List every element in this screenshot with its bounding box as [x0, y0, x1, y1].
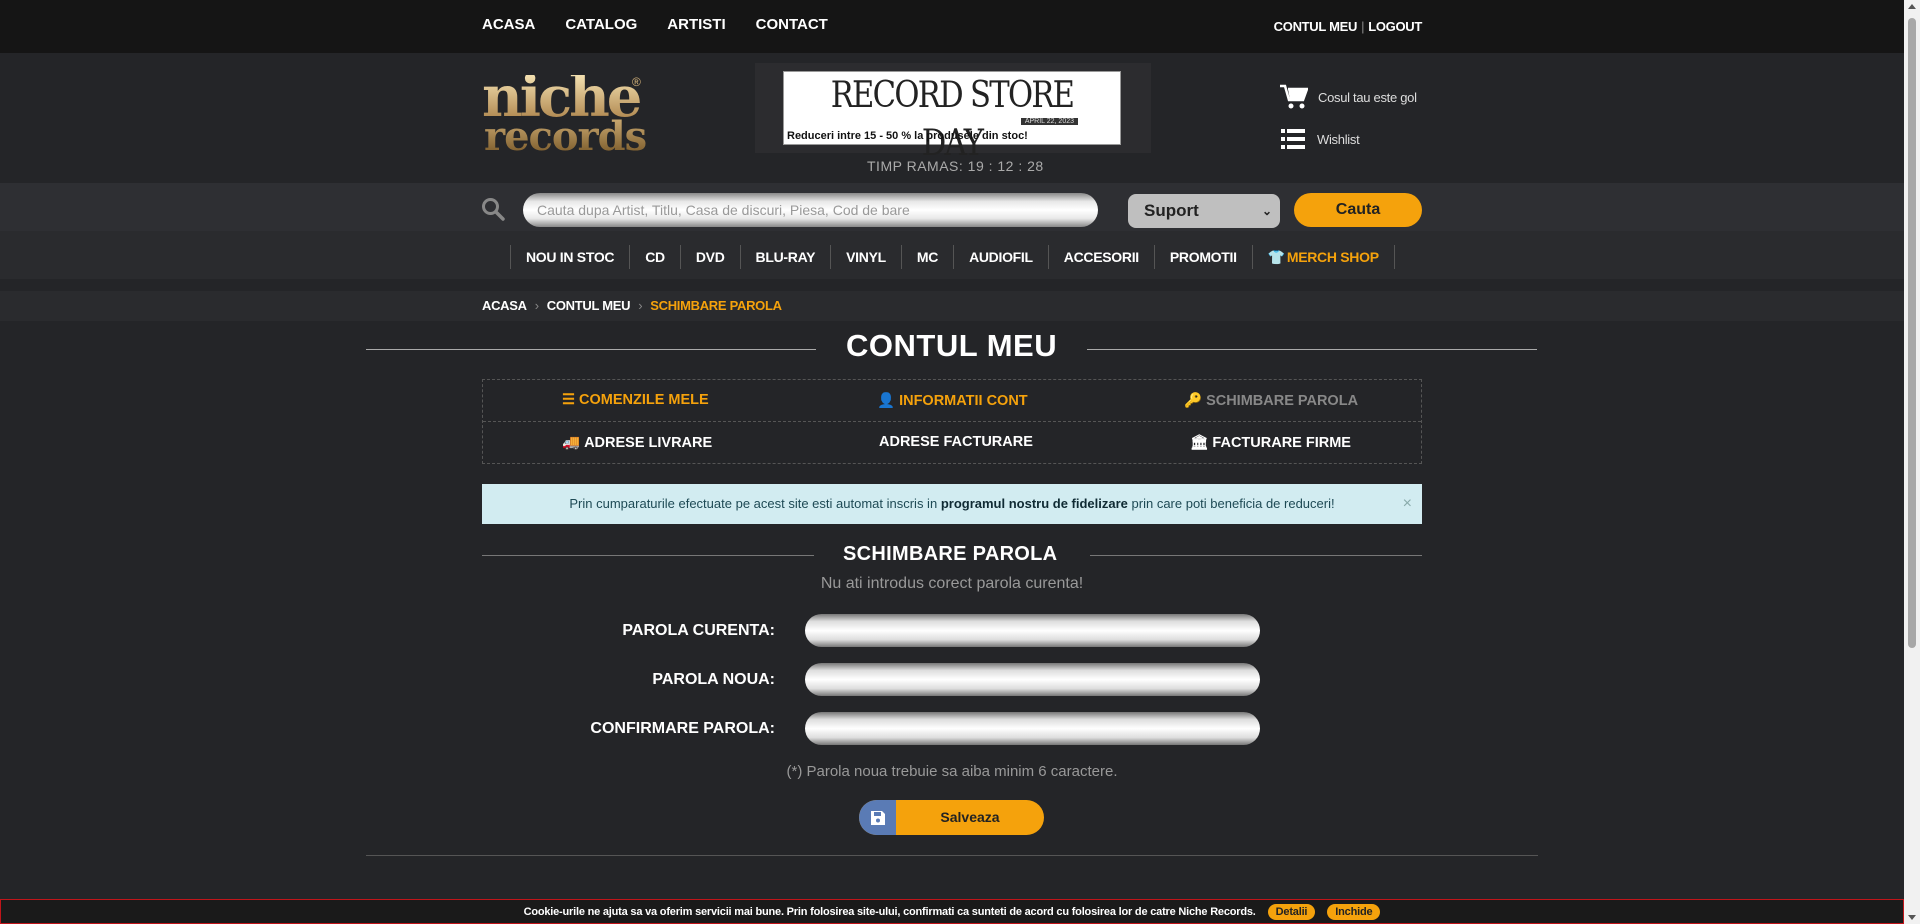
divider: [482, 555, 814, 556]
category-merch-shop-label: MERCH SHOP: [1286, 249, 1379, 265]
logout-link[interactable]: LOGOUT: [1368, 19, 1422, 34]
chevron-down-icon: ⌄: [1261, 204, 1272, 218]
category-promotii[interactable]: PROMOTII: [1153, 245, 1252, 269]
tab-shipping-label: ADRESE LIVRARE: [584, 434, 713, 451]
category-accesorii[interactable]: ACCESORII: [1047, 245, 1154, 269]
user-icon: 👤: [877, 393, 896, 409]
scroll-up-icon[interactable]: [1908, 4, 1916, 9]
list-icon: [1281, 129, 1305, 149]
cookie-details-button[interactable]: Detalii: [1267, 903, 1316, 920]
tab-change-password[interactable]: 🔑 SCHIMBARE PAROLA: [1184, 392, 1359, 410]
category-audiofil[interactable]: AUDIOFIL: [953, 245, 1048, 269]
cookie-text: Cookie-urile ne ajuta sa va oferim servi…: [523, 905, 1256, 918]
category-nav: NOU IN STOC CD DVD BLU-RAY VINYL MC AUDI…: [510, 245, 1395, 269]
category-nou-in-stoc[interactable]: NOU IN STOC: [510, 245, 629, 269]
category-vinyl[interactable]: VINYL: [830, 245, 901, 269]
cart-link[interactable]: Cosul tau este gol: [1280, 84, 1417, 110]
category-blu-ray[interactable]: BLU-RAY: [739, 245, 831, 269]
floppy-icon: [859, 800, 896, 835]
logo-text-bottom: records: [484, 113, 647, 160]
tab-orders-label: COMENZILE MELE: [579, 392, 709, 408]
support-select[interactable]: Suport ⌄: [1128, 194, 1280, 228]
tab-account-info[interactable]: 👤 INFORMATII CONT: [877, 392, 1028, 410]
password-hint: (*) Parola noua trebuie sa aiba minim 6 …: [786, 763, 1118, 780]
account-tabs: ☰ COMENZILE MELE 👤 INFORMATII CONT 🔑 SCHIMB…: [482, 379, 1422, 464]
bank-icon: 🏛: [1190, 435, 1209, 451]
category-cd[interactable]: CD: [629, 245, 680, 269]
search-button[interactable]: Cauta: [1294, 193, 1422, 227]
divider: [366, 855, 1538, 856]
cart-icon: [1280, 84, 1308, 109]
category-merch-shop[interactable]: 👕 MERCH SHOP: [1251, 245, 1395, 269]
account-link[interactable]: CONTUL MEU: [1274, 19, 1358, 34]
tab-shipping-addresses[interactable]: 🚚 ADRESE LIVRARE: [562, 434, 713, 452]
registered-icon: ®: [632, 75, 641, 89]
separator: |: [1361, 19, 1365, 34]
nav-catalog[interactable]: CATALOG: [565, 16, 637, 33]
new-password-label: PAROLA NOUA:: [652, 671, 775, 688]
banner-subtitle: Reduceri intre 15 - 50 % la produsele di…: [787, 130, 1028, 142]
breadcrumb-bar: [0, 291, 1904, 321]
search-icon[interactable]: [481, 197, 505, 221]
nav-artisti[interactable]: ARTISTI: [667, 16, 725, 33]
chevron-right-icon: ›: [638, 298, 643, 313]
chevron-right-icon: ›: [534, 298, 539, 313]
search-input[interactable]: [523, 193, 1098, 227]
scrollbar-thumb[interactable]: [1908, 18, 1916, 648]
timer-value: 19 : 12 : 28: [967, 158, 1044, 174]
category-dvd[interactable]: DVD: [679, 245, 740, 269]
confirm-password-label: CONFIRMARE PAROLA:: [590, 720, 775, 737]
close-icon[interactable]: ×: [1403, 484, 1412, 524]
nav-contact[interactable]: CONTACT: [756, 16, 828, 33]
category-mc[interactable]: MC: [900, 245, 953, 269]
breadcrumb: ACASA › CONTUL MEU › SCHIMBARE PAROLA: [482, 298, 782, 313]
tab-company-billing[interactable]: 🏛 FACTURARE FIRME: [1190, 434, 1351, 452]
cookie-close-button[interactable]: Inchide: [1327, 903, 1381, 920]
banner-date: APRIL 22, 2023: [1020, 118, 1078, 125]
list-icon: ☰: [562, 392, 575, 408]
tshirt-icon: 👕: [1267, 249, 1285, 265]
site-logo[interactable]: niche records ®: [482, 69, 647, 160]
tab-billing-label: ADRESE FACTURARE: [879, 434, 1033, 450]
tab-billing-addresses[interactable]: ADRESE FACTURARE: [879, 434, 1033, 450]
divider: [1090, 555, 1422, 556]
new-password-field[interactable]: [805, 663, 1260, 696]
current-password-field[interactable]: [805, 614, 1260, 647]
promo-banner[interactable]: RECORD STORE DAY APRIL 22, 2023 Reduceri…: [783, 71, 1121, 164]
tab-company-label: FACTURARE FIRME: [1212, 434, 1351, 451]
scrollbar[interactable]: [1904, 0, 1920, 924]
alert-text-before: Prin cumparaturile efectuate pe acest si…: [569, 496, 938, 511]
countdown-timer: TIMP RAMAS: 19 : 12 : 28: [867, 158, 1044, 174]
support-selected: Suport: [1144, 201, 1199, 220]
tab-change-password-label: SCHIMBARE PAROLA: [1206, 392, 1359, 409]
divider: [366, 349, 816, 350]
confirm-password-field[interactable]: [805, 712, 1260, 745]
timer-label: TIMP RAMAS:: [867, 158, 964, 174]
error-message: Nu ati introdus corect parola curenta!: [820, 575, 1084, 592]
key-icon: 🔑: [1184, 393, 1203, 409]
account-links: CONTUL MEU | LOGOUT: [1274, 19, 1423, 34]
current-password-label: PAROLA CURENTA:: [622, 622, 775, 639]
cart-text: Cosul tau este gol: [1318, 89, 1417, 105]
form-title: SCHIMBARE PAROLA: [843, 543, 1058, 565]
loyalty-alert: Prin cumparaturile efectuate pe acest si…: [482, 484, 1422, 524]
breadcrumb-account[interactable]: CONTUL MEU: [547, 298, 631, 313]
save-button[interactable]: Salveaza: [859, 800, 1044, 835]
tab-orders[interactable]: ☰ COMENZILE MELE: [562, 392, 709, 408]
divider: [483, 421, 1421, 422]
save-button-label: Salveaza: [940, 809, 1000, 825]
page-title: CONTUL MEU: [846, 328, 1058, 363]
truck-icon: 🚚: [562, 435, 581, 451]
wishlist-text: Wishlist: [1317, 131, 1360, 147]
scroll-down-icon[interactable]: [1908, 915, 1916, 920]
breadcrumb-current: SCHIMBARE PAROLA: [650, 298, 782, 313]
wishlist-link[interactable]: Wishlist: [1281, 129, 1360, 149]
alert-text-after: prin care poti beneficia de reduceri!: [1131, 496, 1335, 511]
tab-account-info-label: INFORMATII CONT: [899, 392, 1028, 409]
nav-acasa[interactable]: ACASA: [482, 16, 535, 33]
cookie-banner: Cookie-urile ne ajuta sa va oferim servi…: [0, 899, 1904, 924]
breadcrumb-home[interactable]: ACASA: [482, 298, 527, 313]
divider: [1087, 349, 1537, 350]
alert-link[interactable]: programul nostru de fidelizare: [941, 496, 1128, 511]
